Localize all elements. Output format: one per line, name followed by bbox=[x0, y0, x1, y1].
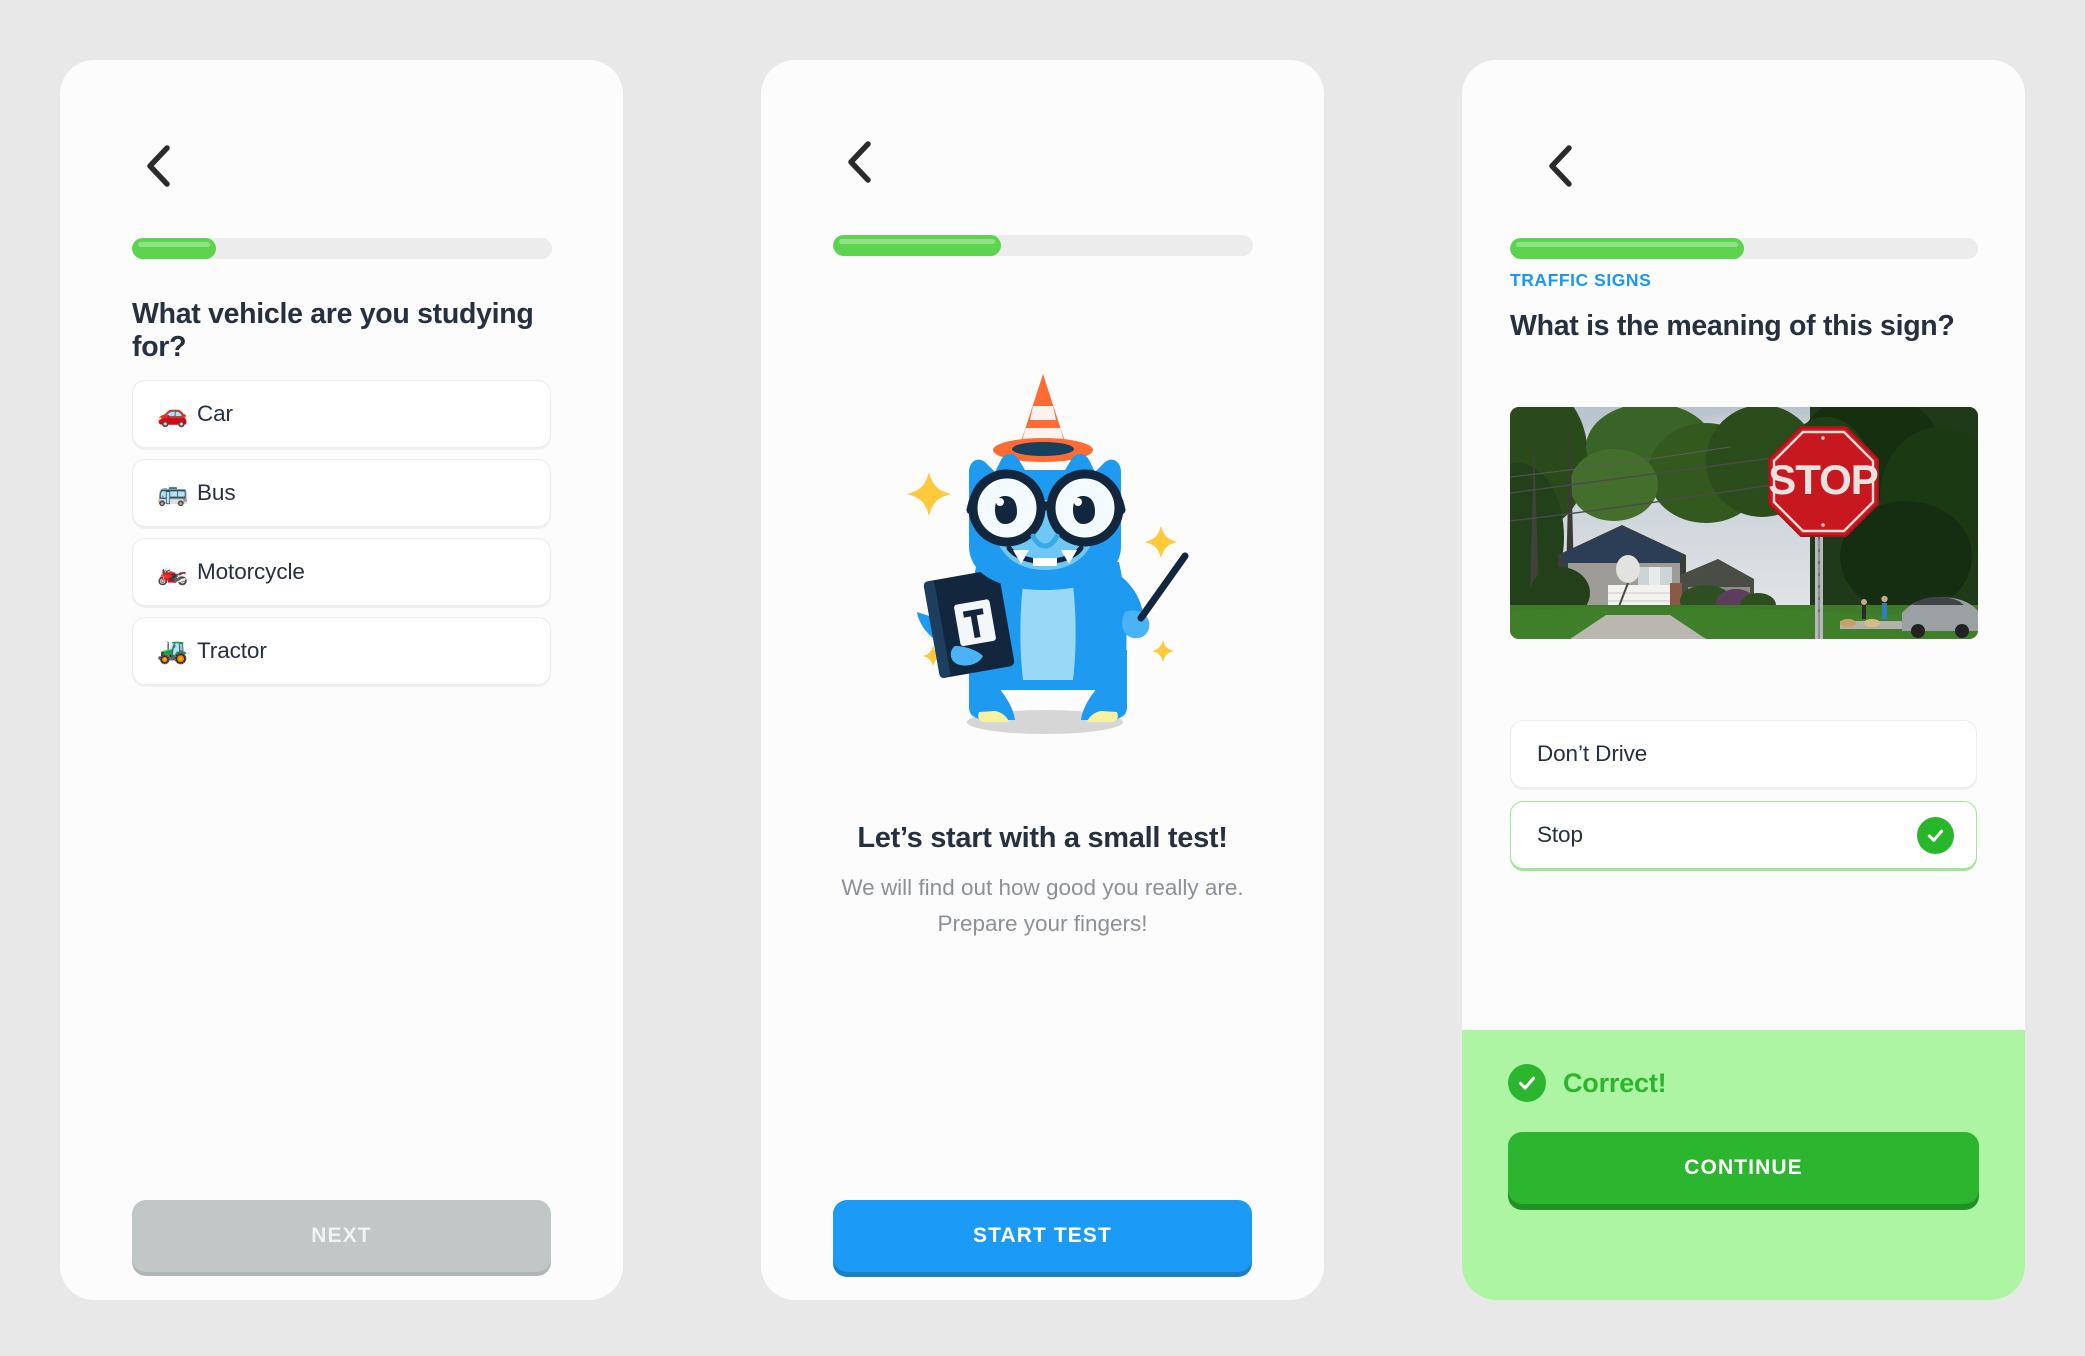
option-motorcycle[interactable]: 🏍️ Motorcycle bbox=[132, 538, 551, 606]
option-label: Motorcycle bbox=[197, 559, 305, 584]
category-label: TRAFFIC SIGNS bbox=[1510, 270, 1652, 290]
progress-bar-track bbox=[833, 235, 1253, 256]
progress-bar-track bbox=[132, 238, 552, 259]
phone-screen-start-test: Let’s start with a small test! We will f… bbox=[761, 60, 1324, 1300]
feedback-row: Correct! bbox=[1508, 1064, 1667, 1102]
feedback-text: Correct! bbox=[1563, 1067, 1667, 1098]
continue-button[interactable]: CONTINUE bbox=[1508, 1132, 1979, 1204]
option-car[interactable]: 🚗 Car bbox=[132, 380, 551, 448]
correct-feedback-banner: Correct! CONTINUE bbox=[1462, 1030, 2025, 1300]
answer-option-list: Don’t Drive Stop bbox=[1510, 720, 1977, 882]
phone-screen-traffic-question: TRAFFIC SIGNS What is the meaning of thi… bbox=[1462, 60, 2025, 1300]
phone-screen-vehicle-select: What vehicle are you studying for? 🚗 Car… bbox=[60, 60, 623, 1300]
bus-emoji: 🚌 bbox=[157, 478, 189, 507]
option-tractor[interactable]: 🚜 Tractor bbox=[132, 617, 551, 685]
dinosaur-teacher-mascot bbox=[761, 330, 1324, 750]
check-circle-icon bbox=[1508, 1064, 1546, 1102]
option-label: Car bbox=[197, 401, 233, 426]
next-button[interactable]: NEXT bbox=[132, 1200, 551, 1272]
option-bus[interactable]: 🚌 Bus bbox=[132, 459, 551, 527]
car-emoji: 🚗 bbox=[157, 399, 189, 428]
chevron-left-icon bbox=[143, 144, 173, 188]
question-photo: STOP bbox=[1510, 407, 1978, 639]
headline: Let’s start with a small test! bbox=[857, 822, 1228, 854]
page-title: What is the meaning of this sign? bbox=[1510, 310, 1955, 342]
back-button[interactable] bbox=[132, 140, 184, 192]
vehicle-option-list: 🚗 Car 🚌 Bus 🏍️ Motorcycle 🚜 Tractor bbox=[132, 380, 551, 696]
answer-option-stop[interactable]: Stop bbox=[1510, 801, 1977, 869]
stop-sign-graphic: STOP bbox=[1768, 426, 1879, 537]
check-circle-icon bbox=[1917, 816, 1954, 854]
progress-bar-track bbox=[1510, 238, 1978, 259]
answer-label: Stop bbox=[1537, 822, 1583, 847]
option-label: Bus bbox=[197, 480, 236, 505]
page-title: What vehicle are you studying for? bbox=[132, 298, 534, 363]
tractor-emoji: 🚜 bbox=[157, 636, 189, 665]
svg-text:STOP: STOP bbox=[1768, 456, 1878, 503]
motorcycle-emoji: 🏍️ bbox=[157, 557, 189, 586]
answer-option-dont-drive[interactable]: Don’t Drive bbox=[1510, 720, 1977, 788]
screenshot-canvas: What vehicle are you studying for? 🚗 Car… bbox=[0, 0, 2085, 1356]
subheadline: We will find out how good you really are… bbox=[841, 875, 1244, 936]
answer-label: Don’t Drive bbox=[1537, 741, 1648, 766]
start-test-button[interactable]: START TEST bbox=[833, 1200, 1252, 1272]
progress-bar-fill bbox=[1510, 238, 1744, 259]
option-label: Tractor bbox=[197, 638, 267, 663]
chevron-left-icon bbox=[844, 140, 874, 184]
back-button[interactable] bbox=[1534, 140, 1586, 192]
back-button[interactable] bbox=[833, 136, 885, 188]
progress-bar-fill bbox=[132, 238, 216, 259]
chevron-left-icon bbox=[1545, 144, 1575, 188]
progress-bar-fill bbox=[833, 235, 1001, 256]
